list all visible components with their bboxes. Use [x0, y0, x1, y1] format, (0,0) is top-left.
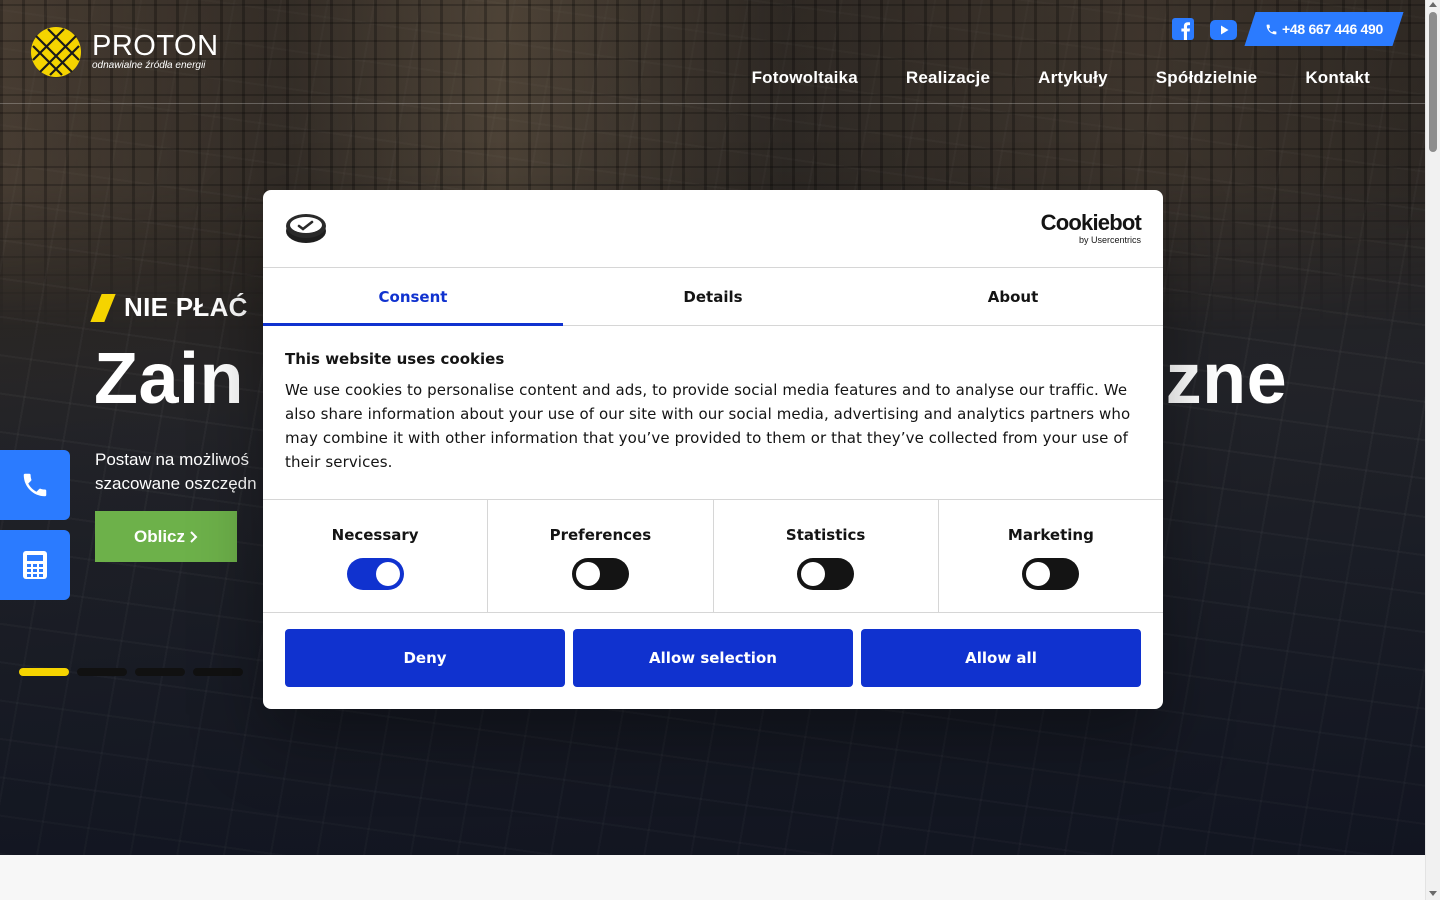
- page-scrollbar[interactable]: [1425, 0, 1440, 900]
- phone-icon: [1266, 24, 1277, 34]
- nav-realizacje[interactable]: Realizacje: [906, 68, 990, 88]
- calculator-icon: [23, 551, 47, 579]
- proton-logo-icon: [31, 27, 81, 77]
- toggle-knob: [575, 562, 600, 586]
- slider-pagination: [19, 668, 243, 676]
- dialog-actions: Deny Allow selection Allow all: [263, 613, 1163, 703]
- marketing-toggle[interactable]: [1022, 558, 1080, 590]
- chevron-right-icon: [190, 530, 198, 543]
- phone-number: +48 667 446 490: [1282, 21, 1383, 37]
- dialog-header: Cookiebot by Usercentrics: [263, 190, 1163, 268]
- hero-headline-left: Zain: [94, 339, 245, 419]
- hero-eyebrow: NIE PŁAĆ: [90, 292, 248, 323]
- brand-name: PROTON: [92, 30, 219, 62]
- slide-dot-3[interactable]: [135, 668, 185, 676]
- brand-tagline: odnawialne źródła energii: [92, 60, 206, 71]
- slide-dot-2[interactable]: [77, 668, 127, 676]
- phone-icon: [23, 473, 47, 497]
- cookiebot-brand: Cookiebot: [1040, 210, 1142, 235]
- category-label: Statistics: [785, 526, 866, 544]
- cookie-logo-icon: [286, 214, 326, 243]
- category-label: Preferences: [549, 526, 652, 544]
- side-phone-button[interactable]: [0, 450, 70, 520]
- toggle-knob: [375, 562, 400, 586]
- category-label: Marketing: [1007, 526, 1094, 544]
- calculate-button[interactable]: Oblicz: [95, 511, 237, 562]
- youtube-icon[interactable]: [1210, 20, 1237, 40]
- toggle-knob: [1026, 562, 1051, 586]
- allow-all-button[interactable]: Allow all: [861, 629, 1141, 687]
- side-calculator-button[interactable]: [0, 530, 70, 600]
- tab-details[interactable]: Details: [563, 268, 863, 325]
- category-statistics: Statistics: [714, 500, 939, 612]
- facebook-icon[interactable]: [1172, 18, 1194, 40]
- dialog-body: This website uses cookies We use cookies…: [263, 326, 1163, 500]
- nav-fotowoltaika[interactable]: Fotowoltaika: [752, 68, 858, 88]
- logo-text: PROTON odnawialne źródła energii: [92, 32, 219, 72]
- necessary-toggle[interactable]: [346, 558, 404, 590]
- site-header: PROTON odnawialne źródła energii +48 667…: [0, 0, 1425, 104]
- statistics-toggle[interactable]: [797, 558, 855, 590]
- category-label: Necessary: [331, 526, 419, 544]
- dialog-title: This website uses cookies: [285, 350, 505, 368]
- category-preferences: Preferences: [488, 500, 714, 612]
- nav-artykuly[interactable]: Artykuły: [1038, 68, 1108, 88]
- nav-kontakt[interactable]: Kontakt: [1305, 68, 1370, 88]
- cookiebot-brand-sub: by Usercentrics: [1078, 235, 1141, 245]
- cookie-consent-dialog: Cookiebot by Usercentrics Consent Detail…: [263, 190, 1163, 709]
- scrollbar-thumb[interactable]: [1429, 12, 1437, 152]
- cookiebot-logo[interactable]: Cookiebot by Usercentrics: [1040, 210, 1142, 246]
- preferences-toggle[interactable]: [571, 558, 629, 590]
- category-marketing: Marketing: [939, 500, 1163, 612]
- category-necessary: Necessary: [263, 500, 489, 612]
- dialog-tabs: Consent Details About: [263, 268, 1163, 326]
- hero-eyebrow-text: NIE PŁAĆ: [124, 292, 248, 322]
- nav-spoldzielnie[interactable]: Spółdzielnie: [1156, 68, 1258, 88]
- scroll-down-arrow[interactable]: [1429, 891, 1437, 896]
- main-nav: Fotowoltaika Realizacje Artykuły Spółdzi…: [752, 68, 1370, 88]
- site-logo[interactable]: PROTON odnawialne źródła energii: [30, 26, 219, 78]
- calculate-button-label: Oblicz: [133, 526, 185, 546]
- tab-consent[interactable]: Consent: [263, 268, 563, 326]
- toggle-knob: [801, 562, 826, 586]
- slide-dot-1[interactable]: [19, 668, 69, 676]
- slide-dot-4[interactable]: [193, 668, 243, 676]
- allow-selection-button[interactable]: Allow selection: [573, 629, 853, 687]
- scroll-up-arrow[interactable]: [1429, 2, 1437, 7]
- tab-about[interactable]: About: [863, 268, 1163, 325]
- phone-button[interactable]: +48 667 446 490: [1244, 12, 1404, 46]
- dialog-text: We use cookies to personalise content an…: [285, 381, 1131, 471]
- cookie-categories: Necessary Preferences Statistics Marketi…: [263, 500, 1163, 613]
- deny-button[interactable]: Deny: [285, 629, 565, 687]
